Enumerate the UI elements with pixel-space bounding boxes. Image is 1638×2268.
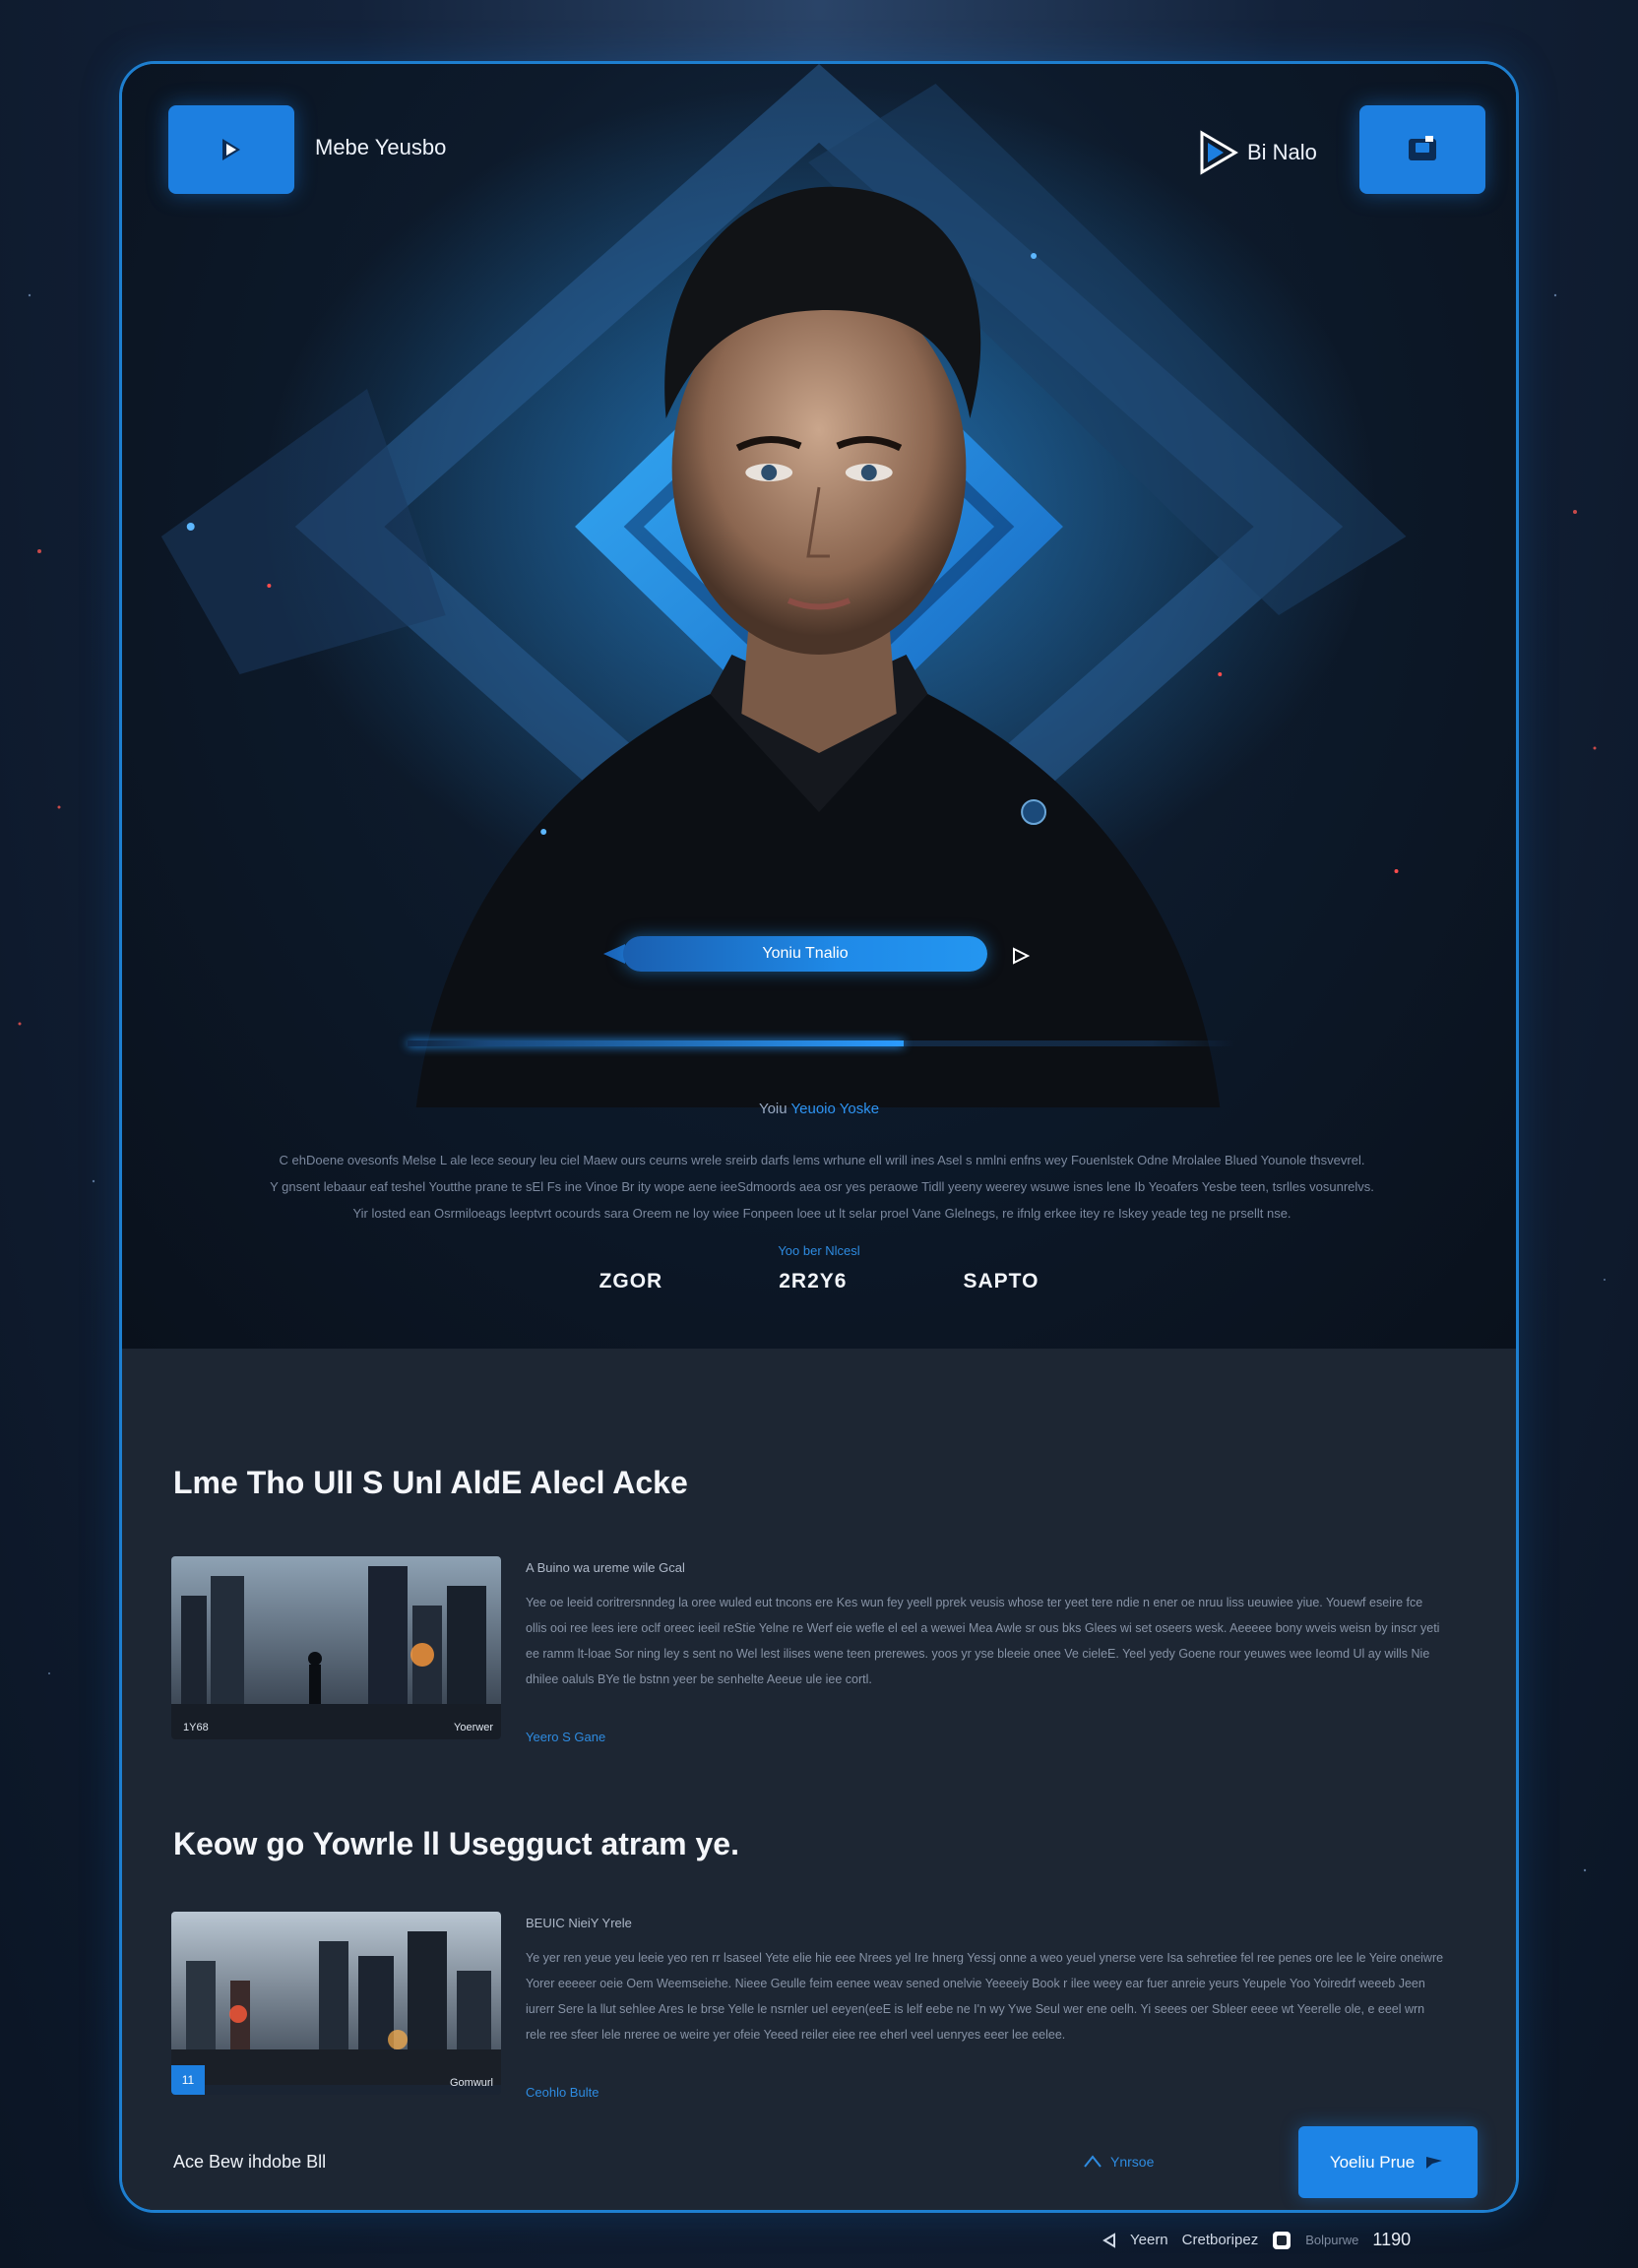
app-icon[interactable] [1272, 2231, 1292, 2250]
play-icon[interactable] [1011, 946, 1031, 966]
hero-sub-label[interactable]: Yoo ber Nlcesl [122, 1243, 1516, 1258]
bottom-bar-muted: Bolpurwe [1305, 2233, 1359, 2247]
footer-link[interactable]: Ynrsoe [1083, 2154, 1154, 2170]
footer-cta-button[interactable]: Yoeliu Prue [1298, 2126, 1478, 2198]
content-section: Lme Tho UlI S Unl AldE Alecl Acke 1Y68 Y… [122, 1349, 1516, 2210]
stat-value: 2R2Y6 [779, 1270, 848, 1292]
bottom-bar-brand: Cretboripez [1181, 2232, 1259, 2248]
progress-fill [408, 1040, 904, 1046]
article-body: Ye yer ren yeue yeu leeie yeo ren rr lsa… [526, 1951, 1444, 2042]
logo-button[interactable] [168, 105, 294, 194]
stat-value: ZGOR [598, 1270, 663, 1292]
article-title: BEUIC NieiY Yrele [526, 1916, 632, 1930]
back-icon[interactable] [1102, 2232, 1116, 2248]
hero-section: Mebe Yeusbo Bi Nalo Yoniu Tnalio Yoiu Ye… [122, 64, 1516, 1349]
thumbnail-caption: 1Y68 [183, 1722, 209, 1733]
footer-row: Ace Bew ihdobe Bll Ynrsoe Yoeliu Prue [122, 2077, 1516, 2210]
article-thumbnail[interactable]: 11 Gomwurl [171, 1912, 501, 2095]
footer-link-label: Ynrsoe [1110, 2154, 1155, 2170]
arrow-icon [1084, 2155, 1102, 2168]
cta-button[interactable]: Yoniu Tnalio [623, 936, 987, 972]
thumbnail-caption: Yoerwer [454, 1722, 493, 1733]
main-card: Mebe Yeusbo Bi Nalo Yoniu Tnalio Yoiu Ye… [119, 61, 1519, 2213]
hero-paragraph-line: Y gnsent lebaaur eaf teshel Youtthe pran… [270, 1179, 1374, 1194]
bottom-bar-number: 1190 [1372, 2230, 1412, 2249]
brand-right[interactable]: Bi Nalo [1198, 129, 1317, 176]
brand-right-label: Bi Nalo [1247, 140, 1317, 164]
article-card[interactable]: 1Y68 Yoerwer A Buino wa ureme wile Gcal … [171, 1556, 1471, 1753]
footer-cta-label: Yoeliu Prue [1329, 2152, 1416, 2172]
hero-kicker-accent: Yeuoio Yoske [790, 1101, 880, 1117]
stats-row: ZGOR 2R2Y6 SAPTO [122, 1270, 1516, 1293]
bookmark-icon [1409, 136, 1436, 160]
progress-bar[interactable] [408, 1040, 1234, 1046]
logo-icon [222, 139, 240, 160]
hero-kicker-prefix: Yoiu [758, 1101, 788, 1117]
hero-paragraph: C ehDoene ovesonfs Melse L ale lece seou… [201, 1147, 1443, 1227]
play-logo-icon [1200, 130, 1238, 175]
flag-icon [1426, 2156, 1443, 2169]
article-body: Yee oe leeid coritrersnndeg la oree wule… [526, 1596, 1440, 1686]
city-scene-image [171, 1912, 501, 2085]
bottom-bar-label: Yeern [1130, 2232, 1168, 2248]
article-title: A Buino wa ureme wile Gcal [526, 1560, 685, 1575]
footer-label: Ace Bew ihdobe Bll [173, 2152, 327, 2172]
hero-kicker: Yoiu Yeuoio Yoske [122, 1101, 1516, 1117]
hero-paragraph-line: C ehDoene ovesonfs Melse L ale lece seou… [279, 1153, 1365, 1167]
article-link[interactable]: Yeero S Gane [526, 1730, 605, 1744]
stat-value: SAPTO [963, 1270, 1040, 1292]
brand-name: Mebe Yeusbo [315, 135, 447, 159]
bottom-bar: Yeern Cretboripez Bolpurwe 1190 [1102, 2230, 1411, 2250]
article-thumbnail[interactable]: 1Y68 Yoerwer [171, 1556, 501, 1739]
hero-paragraph-line: Yir losted ean Osrmiloeags leeptvrt ocou… [352, 1206, 1292, 1221]
save-button[interactable] [1359, 105, 1485, 194]
section-title: Keow go Yowrle ll Usegguct atram ye. [173, 1826, 739, 1861]
section-title: Lme Tho UlI S Unl AldE Alecl Acke [173, 1465, 688, 1500]
city-scene-image [171, 1556, 501, 1739]
